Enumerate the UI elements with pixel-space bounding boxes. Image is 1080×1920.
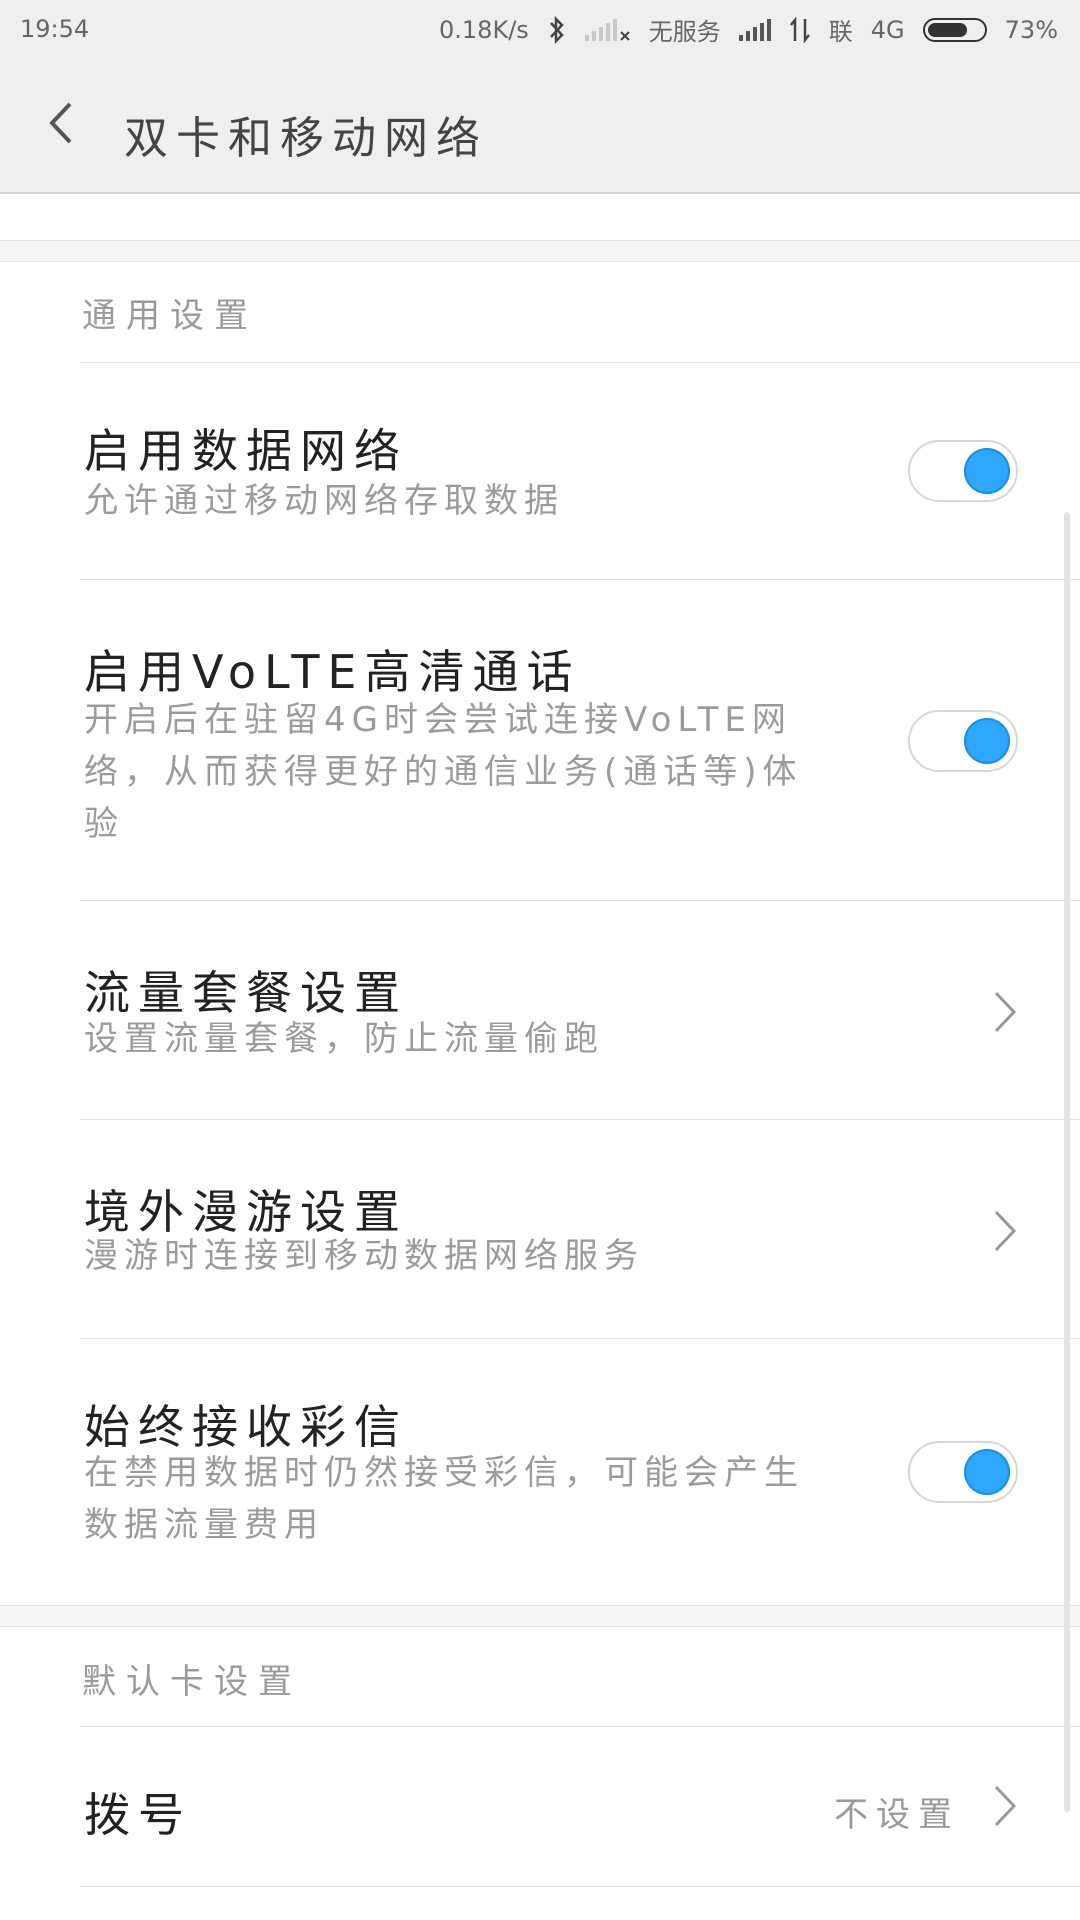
setting-subtitle: 设置流量套餐，防止流量偷跑 (84, 1019, 604, 1059)
setting-subtitle: 漫游时连接到移动数据网络服务 (84, 1236, 644, 1276)
section-separator (0, 1605, 1080, 1627)
always-mms-toggle[interactable] (908, 1441, 1018, 1503)
sim1-status: 无服务 (648, 18, 721, 46)
data-arrows-icon (789, 16, 811, 43)
net-speed: 0.18K/s (439, 15, 529, 44)
toggle-knob (964, 448, 1010, 494)
setting-subtitle: 开启后在驻留4G时会尝试连接VoLTE网络，从而获得更好的通信业务(通话等)体验 (84, 700, 803, 844)
divider (80, 1886, 1080, 1887)
chevron-left-icon (49, 102, 72, 144)
section-header-general: 通用设置 (82, 296, 258, 336)
back-button[interactable] (38, 98, 88, 148)
setting-subtitle: 允许通过移动网络存取数据 (84, 481, 564, 521)
signal-empty-icon (584, 18, 631, 42)
chevron-right-icon (994, 1210, 1017, 1252)
section-separator (0, 240, 1080, 262)
status-time: 19:54 (20, 15, 90, 43)
bluetooth-icon (547, 15, 567, 44)
setting-mobile-data[interactable]: 启用数据网络 允许通过移动网络存取数据 (0, 363, 1080, 579)
status-bar: 19:54 0.18K/s 无服务 联 4G 73% (0, 0, 1080, 60)
setting-dial-card[interactable]: 拨号 不设置 (0, 1727, 1080, 1887)
setting-roaming[interactable]: 境外漫游设置 漫游时连接到移动数据网络服务 (0, 1120, 1080, 1338)
title-bar: 双卡和移动网络 (0, 60, 1080, 194)
chevron-right-icon (994, 1785, 1017, 1827)
setting-value: 不设置 (834, 1795, 960, 1835)
setting-data-plan[interactable]: 流量套餐设置 设置流量套餐，防止流量偷跑 (0, 901, 1080, 1119)
network-type: 4G (870, 15, 905, 44)
scrollbar[interactable] (1064, 512, 1070, 1812)
setting-always-mms[interactable]: 始终接收彩信 在禁用数据时仍然接受彩信，可能会产生数据流量费用 (0, 1339, 1080, 1605)
setting-title: 启用VoLTE高清通话 (84, 645, 581, 699)
toggle-knob (964, 718, 1010, 764)
setting-title: 拨号 (84, 1788, 192, 1842)
setting-subtitle: 在禁用数据时仍然接受彩信，可能会产生数据流量费用 (84, 1453, 804, 1545)
battery-percent: 73% (1004, 15, 1058, 44)
battery-icon (922, 17, 987, 42)
page-title: 双卡和移动网络 (124, 113, 488, 164)
toggle-knob (964, 1449, 1010, 1495)
volte-toggle[interactable] (908, 710, 1018, 772)
status-icons: 0.18K/s 无服务 联 4G 73% (439, 12, 1058, 47)
setting-volte[interactable]: 启用VoLTE高清通话 开启后在驻留4G时会尝试连接VoLTE网络，从而获得更好… (0, 580, 1080, 900)
setting-title: 启用数据网络 (84, 424, 408, 478)
chevron-right-icon (994, 991, 1017, 1033)
signal-full-icon (738, 18, 771, 41)
section-header-default-card: 默认卡设置 (82, 1662, 302, 1702)
mobile-data-toggle[interactable] (908, 440, 1018, 502)
sim2-label: 联 (828, 18, 853, 46)
